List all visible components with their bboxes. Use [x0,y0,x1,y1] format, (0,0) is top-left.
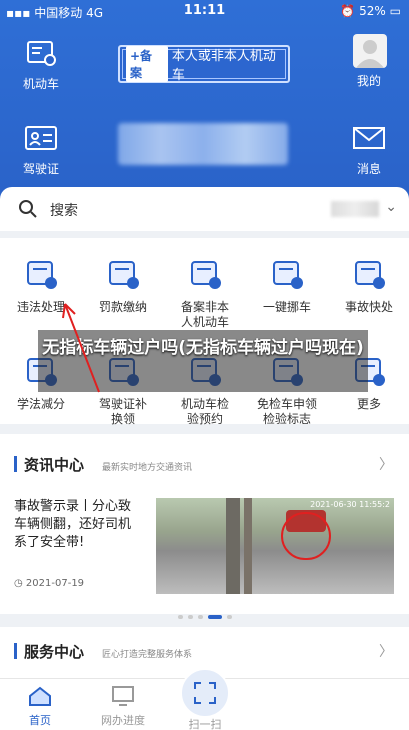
red-arrow-annotation [62,303,100,393]
chevron-down-icon: ⌄ [385,199,397,215]
news-title: 资讯中心 [24,456,85,474]
news-headline[interactable]: 事故警示录丨分心致车辆侧翻，还好司机系了安全带! [14,498,132,552]
service-item-label: 事故快处 [344,300,393,314]
license-label: 驾驶证 [22,162,59,176]
scan-icon [194,682,216,704]
license-button[interactable]: 驾驶证 [11,123,71,177]
license-card-icon [25,126,57,150]
mine-button[interactable]: 我的 [339,72,399,89]
news-date: 2021-07-19 [25,578,85,589]
battery-icon: ▭ [389,4,401,18]
news-subtitle: 最新实时地方交通资讯 [102,463,193,473]
vehicle-button[interactable]: 机动车 [11,38,71,92]
message-label: 消息 [356,162,381,176]
plate-text: 本人或非本人机动车 [171,49,276,83]
blurred-license-info [118,123,288,165]
service-item-label: 学法减分 [16,397,65,411]
status-bar: ▪▪▪ 中国移动 4G 11:11 ⏰ 52% ▭ [0,0,409,22]
scan-button[interactable] [180,668,230,718]
service-title: 服务中心 [24,643,85,661]
service-item-label: 一键挪车 [262,300,311,314]
message-button[interactable]: 消息 [339,123,399,177]
vehicle-card-icon [27,41,56,66]
carousel-dots [178,604,237,623]
service-item[interactable]: 备案非本 人机动车 [164,256,246,330]
search-icon [19,200,37,218]
service-item[interactable]: 事故快处 [328,256,409,315]
image-timestamp: 2021-06-30 11:55:2 [310,500,390,509]
accident-icon [355,261,385,289]
chevron-right-icon[interactable]: 〉 [379,641,393,661]
highlight-circle [281,512,331,560]
news-center: 资讯中心 最新实时地方交通资讯 〉 事故警示录丨分心致车辆侧翻，还好司机系了安全… [0,434,409,619]
header: ▪▪▪ 中国移动 4G 11:11 ⏰ 52% ▭ 机动车 驾驶证 +备案 本人… [0,0,409,205]
tab-home[interactable]: 首页 [5,685,75,728]
record-vehicle-plate-button[interactable]: +备案 本人或非本人机动车 [118,45,290,83]
service-item-label: 更多 [356,397,381,411]
avatar[interactable] [353,34,387,68]
alarm-icon: ⏰ [340,4,356,18]
record-vehicle-icon [191,261,221,289]
home-icon [29,686,51,706]
service-item-label: 驾驶证补 换领 [98,397,147,426]
service-item-label: 机动车检 验预约 [180,397,229,426]
tab-progress-label: 网办进度 [101,714,145,727]
news-image[interactable]: 2021-06-30 11:55:2 [156,498,394,594]
service-subtitle: 匠心打造完整服务体系 [102,650,193,660]
tab-scan-label: 扫一扫 [188,718,222,730]
fine-payment-icon [109,261,139,289]
service-item-label: 备案非本 人机动车 [180,300,229,329]
user-avatar-icon [356,40,384,68]
battery-percent: 52% [359,4,386,18]
tab-progress[interactable]: 网办进度 [88,685,158,728]
mine-label: 我的 [356,74,381,88]
chevron-right-icon[interactable]: 〉 [379,454,393,474]
service-item[interactable]: 一键挪车 [246,256,328,315]
vehicle-label: 机动车 [22,77,59,91]
search-label: 搜索 [50,203,78,219]
search-bar[interactable]: 搜索 ⌄ [0,187,409,231]
tab-home-label: 首页 [29,714,51,727]
envelope-icon [353,127,385,149]
car-violation-icon [27,261,57,289]
move-car-icon [273,261,303,289]
plate-badge: +备案 [126,46,168,82]
blurred-location [331,201,379,217]
clock-icon: ◷ [14,578,23,589]
service-item-label: 免检车申领 检验标志 [256,397,317,426]
monitor-icon [112,686,134,706]
